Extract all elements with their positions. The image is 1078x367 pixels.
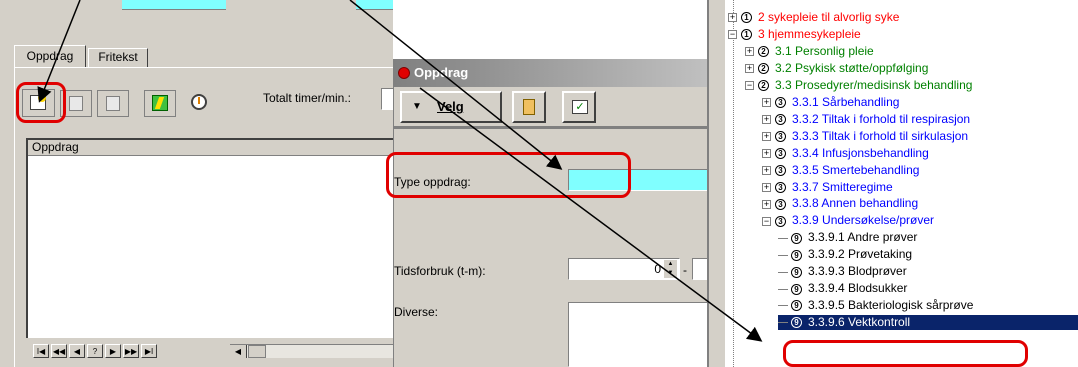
arrow-to-vektkontroll bbox=[419, 87, 763, 342]
arrow-to-type-field bbox=[349, 0, 563, 170]
annotation-arrows bbox=[37, 0, 763, 342]
arrow-to-new-button bbox=[37, 0, 81, 103]
